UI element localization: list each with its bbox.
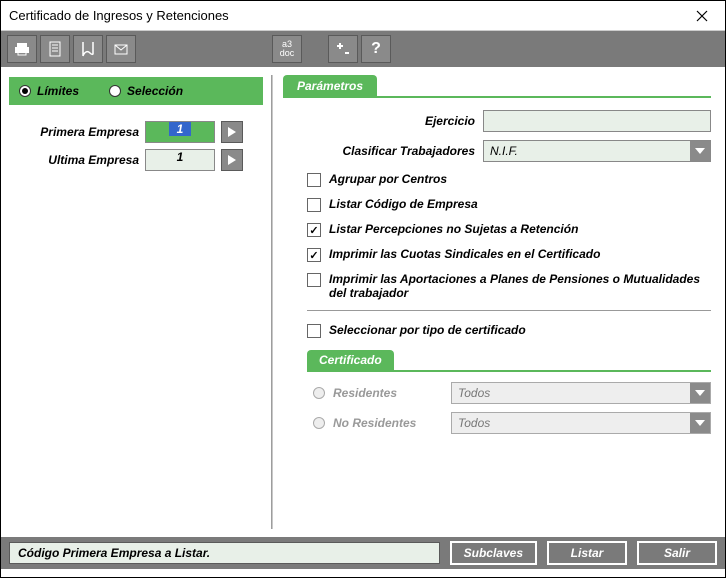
no-residentes-row: No Residentes Todos [307, 412, 711, 434]
empresa-fields: Primera Empresa 1 Ultima Empresa 1 [9, 121, 263, 177]
clasificar-select[interactable]: N.I.F. [483, 140, 711, 162]
certificado-section: Certificado Residentes Todos No Resident… [307, 350, 711, 434]
residentes-value: Todos [458, 386, 490, 400]
residentes-select: Todos [451, 382, 711, 404]
ultima-step-button[interactable] [221, 149, 243, 171]
seleccionar-tipo-label: Seleccionar por tipo de certificado [329, 323, 526, 337]
ejercicio-row: Ejercicio [283, 110, 711, 132]
limites-label: Límites [37, 84, 79, 98]
checkbox-icon [307, 173, 321, 187]
tipo-cert-section: Seleccionar por tipo de certificado [307, 323, 711, 338]
seleccion-label: Selección [127, 84, 183, 98]
listar-codigo-check-row[interactable]: Listar Código de Empresa [307, 197, 711, 212]
checkbox-icon [307, 324, 321, 338]
ultima-empresa-label: Ultima Empresa [9, 153, 139, 167]
radio-off-icon [109, 85, 121, 97]
email-button[interactable] [106, 35, 136, 63]
imprimir-cuotas-check-row[interactable]: Imprimir las Cuotas Sindicales en el Cer… [307, 247, 711, 262]
help-button[interactable]: ? [361, 35, 391, 63]
document-button[interactable] [40, 35, 70, 63]
no-residentes-label: No Residentes [333, 416, 443, 430]
checkbox-icon [307, 198, 321, 212]
limites-radio[interactable]: Límites [19, 84, 79, 98]
ultima-empresa-input[interactable]: 1 [145, 149, 215, 171]
checkbox-checked-icon [307, 248, 321, 262]
listar-percepciones-check-row[interactable]: Listar Percepciones no Sujetas a Retenci… [307, 222, 711, 237]
clasificar-value: N.I.F. [490, 144, 518, 158]
radio-disabled-icon [313, 417, 325, 429]
window-title: Certificado de Ingresos y Retenciones [9, 8, 229, 23]
imprimir-aportaciones-label: Imprimir las Aportaciones a Planes de Pe… [329, 272, 711, 300]
radio-on-icon [19, 85, 31, 97]
primera-empresa-input[interactable]: 1 [145, 121, 215, 143]
primera-empresa-label: Primera Empresa [9, 125, 139, 139]
agrupar-label: Agrupar por Centros [329, 172, 447, 186]
parametros-tab[interactable]: Parámetros [283, 75, 377, 97]
primera-empresa-row: Primera Empresa 1 [9, 121, 263, 143]
statusbar: Código Primera Empresa a Listar. Subclav… [1, 537, 725, 569]
listar-codigo-label: Listar Código de Empresa [329, 197, 478, 211]
checkbox-icon [307, 273, 321, 287]
clasificar-row: Clasificar Trabajadores N.I.F. [283, 140, 711, 162]
close-button[interactable] [687, 5, 717, 27]
residentes-label: Residentes [333, 386, 443, 400]
imprimir-aportaciones-check-row[interactable]: Imprimir las Aportaciones a Planes de Pe… [307, 272, 711, 300]
seleccion-radio[interactable]: Selección [109, 84, 183, 98]
print-button[interactable] [7, 35, 37, 63]
main-area: Límites Selección Primera Empresa 1 Ulti… [1, 67, 725, 537]
clasificar-label: Clasificar Trabajadores [283, 144, 483, 158]
certificado-body: Residentes Todos No Residentes Todos [307, 370, 711, 434]
chevron-down-icon [690, 413, 710, 433]
agrupar-check-row[interactable]: Agrupar por Centros [307, 172, 711, 187]
checkbox-checked-icon [307, 223, 321, 237]
options-checklist: Agrupar por Centros Listar Código de Emp… [307, 172, 711, 300]
chevron-down-icon [690, 141, 710, 161]
certificado-tab: Certificado [307, 350, 394, 370]
zoom-button[interactable] [328, 35, 358, 63]
ultima-empresa-row: Ultima Empresa 1 [9, 149, 263, 171]
seleccionar-tipo-check-row[interactable]: Seleccionar por tipo de certificado [307, 323, 711, 338]
no-residentes-select: Todos [451, 412, 711, 434]
toolbar: a3doc ? [1, 31, 725, 67]
titlebar: Certificado de Ingresos y Retenciones [1, 1, 725, 31]
chevron-down-icon [690, 383, 710, 403]
ejercicio-input[interactable] [483, 110, 711, 132]
mode-selector: Límites Selección [9, 77, 263, 105]
primera-step-button[interactable] [221, 121, 243, 143]
separator [307, 310, 711, 311]
listar-percepciones-label: Listar Percepciones no Sujetas a Retenci… [329, 222, 578, 236]
status-text: Código Primera Empresa a Listar. [9, 542, 440, 564]
listar-button[interactable]: Listar [547, 541, 627, 565]
left-panel: Límites Selección Primera Empresa 1 Ulti… [1, 67, 271, 537]
right-panel: Parámetros Ejercicio Clasificar Trabajad… [273, 67, 725, 537]
pdf-button[interactable] [73, 35, 103, 63]
no-residentes-value: Todos [458, 416, 490, 430]
imprimir-cuotas-label: Imprimir las Cuotas Sindicales en el Cer… [329, 247, 600, 261]
parametros-body: Ejercicio Clasificar Trabajadores N.I.F.… [283, 96, 711, 434]
ejercicio-label: Ejercicio [283, 114, 483, 128]
parametros-tab-header: Parámetros [283, 75, 711, 97]
residentes-row: Residentes Todos [307, 382, 711, 404]
salir-button[interactable]: Salir [637, 541, 717, 565]
a3doc-button[interactable]: a3doc [272, 35, 302, 63]
subclaves-button[interactable]: Subclaves [450, 541, 537, 565]
radio-disabled-icon [313, 387, 325, 399]
